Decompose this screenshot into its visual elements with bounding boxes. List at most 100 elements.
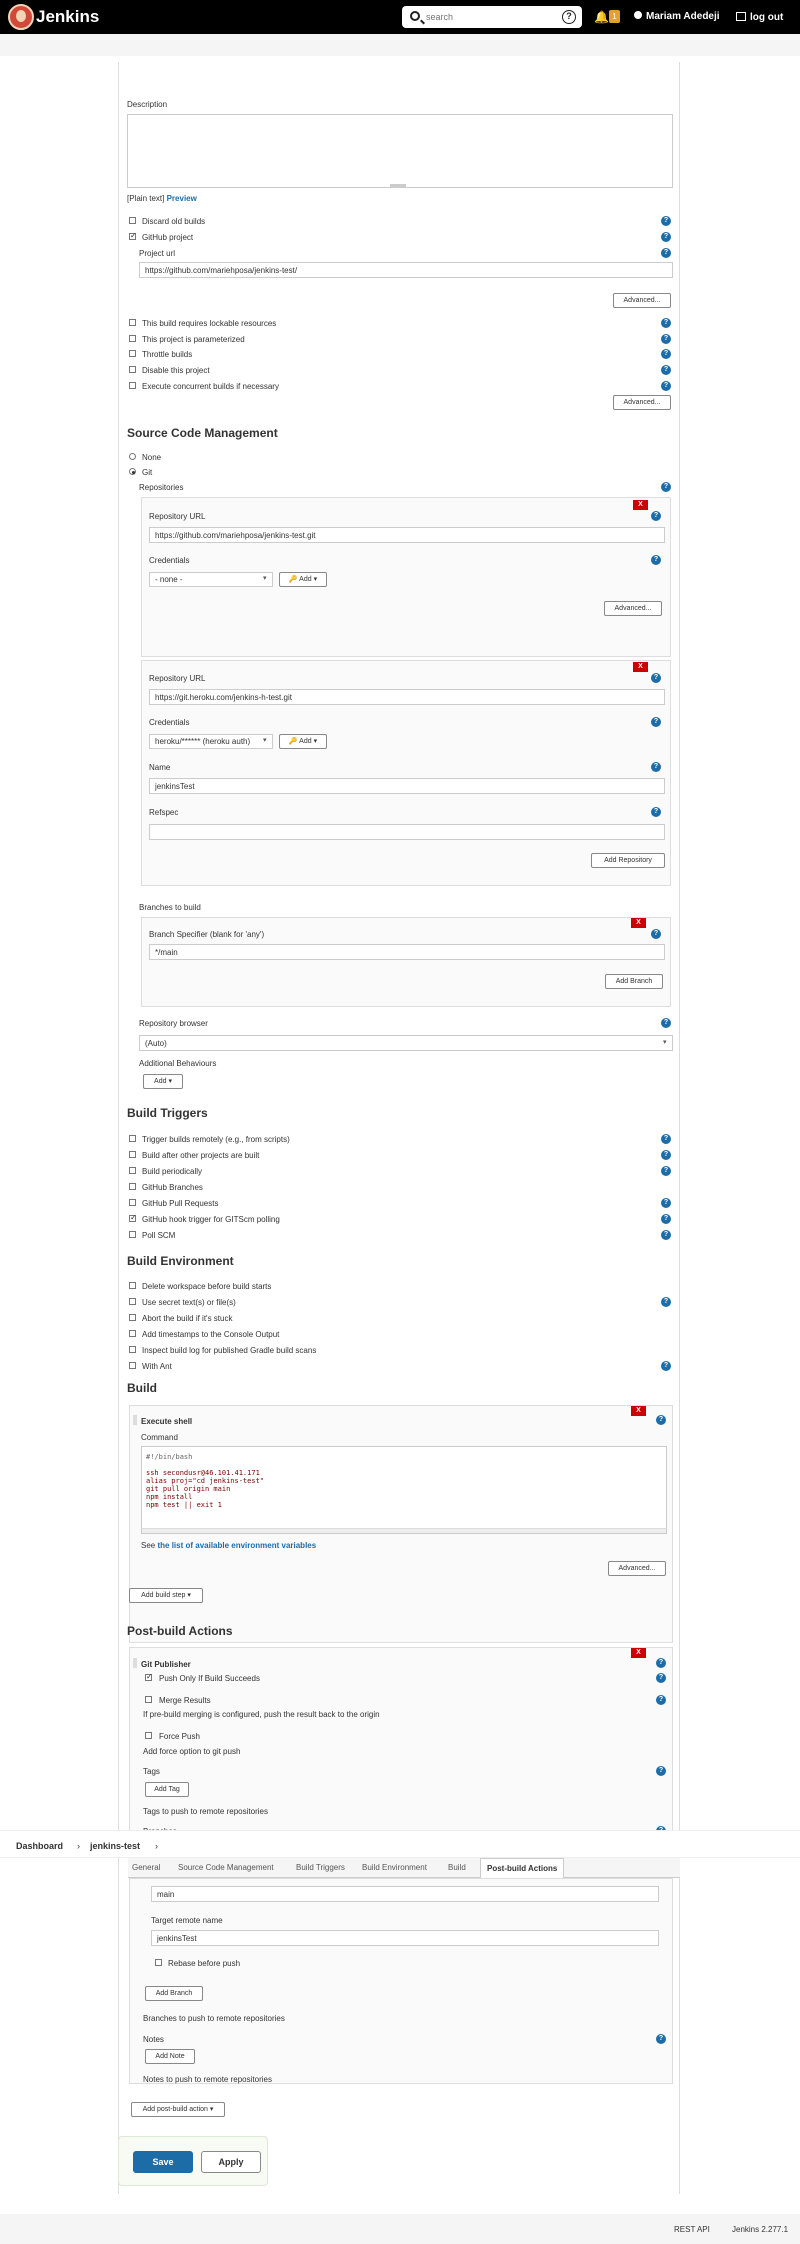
search-help-icon[interactable]: ? bbox=[562, 10, 576, 24]
help-icon[interactable]: ? bbox=[661, 1198, 671, 1208]
rebase-checkbox[interactable] bbox=[155, 1959, 162, 1966]
brand-title[interactable]: Jenkins bbox=[36, 7, 99, 27]
scm-none-radio[interactable] bbox=[129, 453, 136, 460]
save-button[interactable]: Save bbox=[133, 2151, 193, 2173]
trigger-checkbox[interactable] bbox=[129, 1167, 136, 1174]
notification-badge[interactable]: 1 bbox=[609, 10, 620, 23]
credentials-select[interactable]: heroku/****** (heroku auth) bbox=[149, 734, 273, 749]
jenkins-version[interactable]: Jenkins 2.277.1 bbox=[732, 2225, 788, 2234]
help-icon[interactable]: ? bbox=[661, 1214, 671, 1224]
help-icon[interactable]: ? bbox=[651, 673, 661, 683]
discard-old-builds-checkbox[interactable] bbox=[129, 217, 136, 224]
apply-button[interactable]: Apply bbox=[201, 2151, 261, 2173]
environment-checkbox[interactable] bbox=[129, 1330, 136, 1337]
breadcrumb-project[interactable]: jenkins-test bbox=[90, 1841, 140, 1851]
help-icon[interactable]: ? bbox=[661, 1150, 671, 1160]
add-branch-button[interactable]: Add Branch bbox=[605, 974, 663, 989]
help-icon[interactable]: ? bbox=[661, 381, 671, 391]
add-behaviour-button[interactable]: Add ▾ bbox=[143, 1074, 183, 1089]
environment-checkbox[interactable] bbox=[129, 1298, 136, 1305]
advanced-button[interactable]: Advanced... bbox=[613, 293, 671, 308]
help-icon[interactable]: ? bbox=[661, 1018, 671, 1028]
help-icon[interactable]: ? bbox=[661, 1361, 671, 1371]
github-project-checkbox[interactable] bbox=[129, 231, 137, 240]
help-icon[interactable]: ? bbox=[661, 482, 671, 492]
trigger-checkbox[interactable] bbox=[129, 1151, 136, 1158]
environment-checkbox[interactable] bbox=[129, 1282, 136, 1289]
logout-link[interactable]: log out bbox=[736, 11, 783, 23]
help-icon[interactable]: ? bbox=[651, 807, 661, 817]
merge-results-checkbox[interactable] bbox=[145, 1696, 152, 1703]
target-remote-input[interactable]: jenkinsTest bbox=[151, 1930, 659, 1946]
help-icon[interactable]: ? bbox=[661, 216, 671, 226]
repository-url-input[interactable]: https://github.com/mariehposa/jenkins-te… bbox=[149, 527, 665, 543]
tab-general[interactable]: General bbox=[132, 1858, 160, 1878]
description-textarea[interactable] bbox=[127, 114, 673, 188]
parameterized-checkbox[interactable] bbox=[129, 335, 136, 342]
search-input[interactable] bbox=[426, 10, 546, 24]
tab-build-triggers[interactable]: Build Triggers bbox=[296, 1858, 345, 1878]
environment-checkbox[interactable] bbox=[129, 1314, 136, 1321]
force-push-checkbox[interactable] bbox=[145, 1732, 152, 1739]
name-input[interactable]: jenkinsTest bbox=[149, 778, 665, 794]
trigger-checkbox[interactable] bbox=[129, 1213, 137, 1222]
help-icon[interactable]: ? bbox=[661, 365, 671, 375]
help-icon[interactable]: ? bbox=[651, 511, 661, 521]
bell-icon[interactable]: 🔔 bbox=[594, 10, 609, 24]
tab-build-environment[interactable]: Build Environment bbox=[362, 1858, 427, 1878]
add-build-step-button[interactable]: Add build step ▾ bbox=[129, 1588, 203, 1603]
help-icon[interactable]: ? bbox=[661, 1166, 671, 1176]
jenkins-logo-icon[interactable] bbox=[8, 4, 34, 30]
add-credentials-button[interactable]: 🔑 Add ▾ bbox=[279, 734, 327, 749]
rest-api-link[interactable]: REST API bbox=[674, 2225, 710, 2234]
concurrent-checkbox[interactable] bbox=[129, 382, 136, 389]
resize-handle[interactable] bbox=[390, 184, 406, 187]
help-icon[interactable]: ? bbox=[661, 1297, 671, 1307]
delete-repository-button[interactable]: X bbox=[633, 662, 648, 672]
add-note-button[interactable]: Add Note bbox=[145, 2049, 195, 2064]
env-vars-link[interactable]: the list of available environment variab… bbox=[157, 1541, 316, 1550]
resize-handle[interactable] bbox=[142, 1528, 666, 1533]
advanced-button[interactable]: Advanced... bbox=[604, 601, 662, 616]
preview-link[interactable]: Preview bbox=[167, 194, 197, 203]
drag-handle[interactable] bbox=[133, 1658, 137, 1668]
trigger-checkbox[interactable] bbox=[129, 1183, 136, 1190]
help-icon[interactable]: ? bbox=[661, 1230, 671, 1240]
refspec-input[interactable] bbox=[149, 824, 665, 840]
throttle-checkbox[interactable] bbox=[129, 350, 136, 357]
add-post-build-action-button[interactable]: Add post-build action ▾ bbox=[131, 2102, 225, 2117]
help-icon[interactable]: ? bbox=[651, 762, 661, 772]
add-tag-button[interactable]: Add Tag bbox=[145, 1782, 189, 1797]
project-url-input[interactable]: https://github.com/mariehposa/jenkins-te… bbox=[139, 262, 673, 278]
advanced-button[interactable]: Advanced... bbox=[608, 1561, 666, 1576]
environment-checkbox[interactable] bbox=[129, 1346, 136, 1353]
drag-handle[interactable] bbox=[133, 1415, 137, 1425]
help-icon[interactable]: ? bbox=[656, 1415, 666, 1425]
help-icon[interactable]: ? bbox=[661, 248, 671, 258]
repository-url-input[interactable]: https://git.heroku.com/jenkins-h-test.gi… bbox=[149, 689, 665, 705]
tab-scm[interactable]: Source Code Management bbox=[178, 1858, 274, 1878]
command-textarea[interactable]: #!/bin/bash ssh secondusr@46.101.41.171 al… bbox=[141, 1446, 667, 1534]
add-repository-button[interactable]: Add Repository bbox=[591, 853, 665, 868]
breadcrumb-dashboard[interactable]: Dashboard bbox=[16, 1841, 63, 1851]
help-icon[interactable]: ? bbox=[651, 717, 661, 727]
delete-branch-button[interactable]: X bbox=[631, 918, 646, 928]
user-menu[interactable]: Mariam Adedeji bbox=[634, 11, 720, 22]
branch-specifier-input[interactable]: */main bbox=[149, 944, 665, 960]
help-icon[interactable]: ? bbox=[656, 1695, 666, 1705]
help-icon[interactable]: ? bbox=[661, 318, 671, 328]
add-credentials-button[interactable]: 🔑 Add ▾ bbox=[279, 572, 327, 587]
tab-post-build-actions[interactable]: Post-build Actions bbox=[480, 1858, 565, 1879]
scm-git-radio[interactable] bbox=[129, 468, 136, 475]
credentials-select[interactable]: - none - bbox=[149, 572, 273, 587]
trigger-checkbox[interactable] bbox=[129, 1231, 136, 1238]
environment-checkbox[interactable] bbox=[129, 1362, 136, 1369]
delete-repository-button[interactable]: X bbox=[633, 500, 648, 510]
delete-post-build-button[interactable]: X bbox=[631, 1648, 646, 1658]
add-branch-button[interactable]: Add Branch bbox=[145, 1986, 203, 2001]
help-icon[interactable]: ? bbox=[661, 334, 671, 344]
help-icon[interactable]: ? bbox=[656, 2034, 666, 2044]
advanced-button[interactable]: Advanced... bbox=[613, 395, 671, 410]
help-icon[interactable]: ? bbox=[651, 555, 661, 565]
help-icon[interactable]: ? bbox=[651, 929, 661, 939]
